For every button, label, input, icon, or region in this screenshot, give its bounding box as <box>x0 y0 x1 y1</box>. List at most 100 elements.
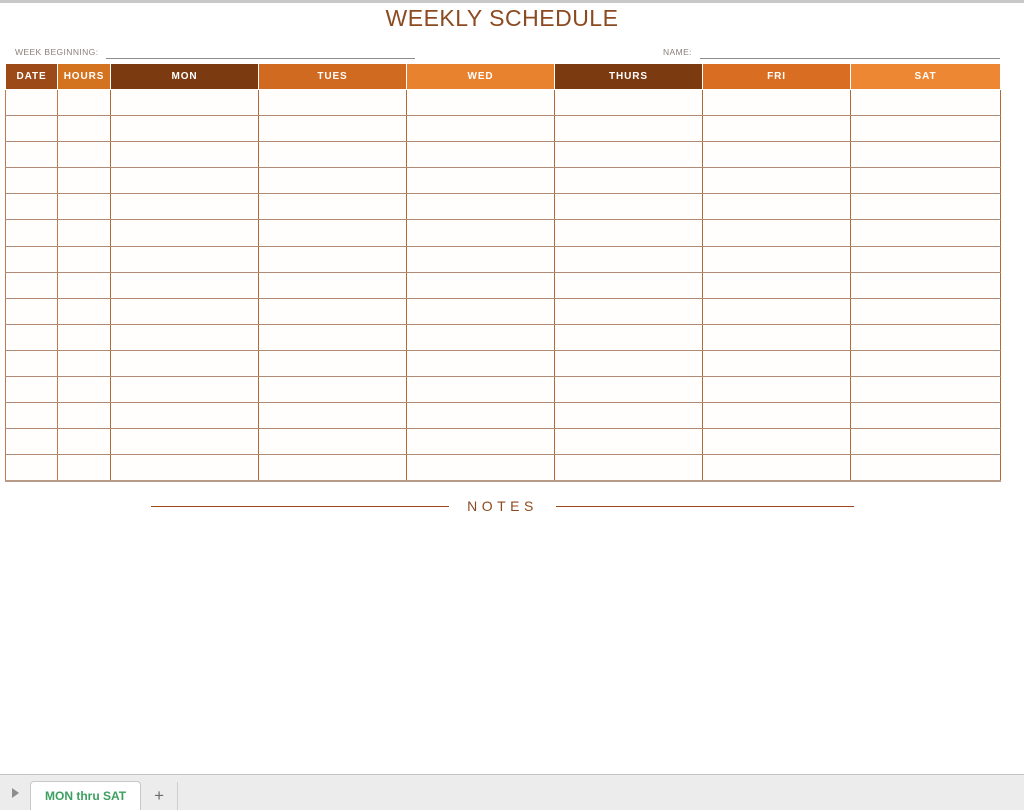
cell-wed-7[interactable] <box>406 246 555 273</box>
column-header-thurs[interactable]: THURS <box>554 63 703 90</box>
cell-fri-3[interactable] <box>702 141 851 169</box>
cell-date-4[interactable] <box>5 167 58 195</box>
cell-wed-13[interactable] <box>406 402 555 430</box>
cell-tues-9[interactable] <box>258 298 407 325</box>
notes-area[interactable] <box>5 523 1000 773</box>
cell-wed-9[interactable] <box>406 298 555 325</box>
cell-wed-2[interactable] <box>406 115 555 143</box>
cell-date-15[interactable] <box>5 454 58 483</box>
cell-date-6[interactable] <box>5 219 58 247</box>
week-beginning-input[interactable] <box>106 47 415 59</box>
cell-date-13[interactable] <box>5 402 58 430</box>
column-header-sat[interactable]: SAT <box>850 63 1001 90</box>
column-header-hours[interactable]: HOURS <box>57 63 111 90</box>
cell-wed-4[interactable] <box>406 167 555 195</box>
cell-date-7[interactable] <box>5 246 58 273</box>
cell-date-8[interactable] <box>5 272 58 299</box>
cell-sat-10[interactable] <box>850 324 1001 351</box>
cell-tues-4[interactable] <box>258 167 407 195</box>
cell-thurs-9[interactable] <box>554 298 703 325</box>
cell-date-5[interactable] <box>5 193 58 221</box>
cell-fri-7[interactable] <box>702 246 851 273</box>
cell-thurs-1[interactable] <box>554 89 703 117</box>
cell-hours-12[interactable] <box>57 376 111 404</box>
cell-tues-2[interactable] <box>258 115 407 143</box>
cell-sat-14[interactable] <box>850 428 1001 456</box>
cell-hours-4[interactable] <box>57 167 111 195</box>
cell-thurs-4[interactable] <box>554 167 703 195</box>
cell-tues-14[interactable] <box>258 428 407 456</box>
cell-date-12[interactable] <box>5 376 58 404</box>
cell-tues-11[interactable] <box>258 350 407 378</box>
cell-sat-9[interactable] <box>850 298 1001 325</box>
cell-mon-11[interactable] <box>110 350 259 378</box>
cell-fri-4[interactable] <box>702 167 851 195</box>
cell-hours-5[interactable] <box>57 193 111 221</box>
cell-fri-12[interactable] <box>702 376 851 404</box>
cell-date-9[interactable] <box>5 298 58 325</box>
add-sheet-button[interactable]: + <box>141 782 179 810</box>
cell-sat-13[interactable] <box>850 402 1001 430</box>
cell-fri-1[interactable] <box>702 89 851 117</box>
cell-wed-8[interactable] <box>406 272 555 299</box>
cell-hours-11[interactable] <box>57 350 111 378</box>
cell-wed-12[interactable] <box>406 376 555 404</box>
cell-thurs-8[interactable] <box>554 272 703 299</box>
cell-mon-5[interactable] <box>110 193 259 221</box>
cell-thurs-15[interactable] <box>554 454 703 483</box>
cell-fri-6[interactable] <box>702 219 851 247</box>
cell-hours-10[interactable] <box>57 324 111 351</box>
cell-hours-8[interactable] <box>57 272 111 299</box>
sheet-nav-next-button[interactable] <box>0 776 30 810</box>
cell-sat-1[interactable] <box>850 89 1001 117</box>
cell-thurs-6[interactable] <box>554 219 703 247</box>
cell-sat-11[interactable] <box>850 350 1001 378</box>
cell-sat-5[interactable] <box>850 193 1001 221</box>
cell-fri-15[interactable] <box>702 454 851 483</box>
cell-mon-6[interactable] <box>110 219 259 247</box>
cell-wed-6[interactable] <box>406 219 555 247</box>
cell-mon-1[interactable] <box>110 89 259 117</box>
cell-tues-10[interactable] <box>258 324 407 351</box>
cell-mon-3[interactable] <box>110 141 259 169</box>
cell-date-3[interactable] <box>5 141 58 169</box>
cell-thurs-11[interactable] <box>554 350 703 378</box>
cell-hours-3[interactable] <box>57 141 111 169</box>
cell-thurs-13[interactable] <box>554 402 703 430</box>
cell-thurs-3[interactable] <box>554 141 703 169</box>
cell-mon-9[interactable] <box>110 298 259 325</box>
cell-mon-10[interactable] <box>110 324 259 351</box>
column-header-fri[interactable]: FRI <box>702 63 851 90</box>
cell-hours-7[interactable] <box>57 246 111 273</box>
cell-date-11[interactable] <box>5 350 58 378</box>
cell-sat-12[interactable] <box>850 376 1001 404</box>
cell-wed-10[interactable] <box>406 324 555 351</box>
cell-thurs-10[interactable] <box>554 324 703 351</box>
cell-mon-8[interactable] <box>110 272 259 299</box>
cell-fri-8[interactable] <box>702 272 851 299</box>
cell-hours-2[interactable] <box>57 115 111 143</box>
cell-mon-15[interactable] <box>110 454 259 483</box>
column-header-date[interactable]: DATE <box>5 63 58 90</box>
cell-tues-7[interactable] <box>258 246 407 273</box>
cell-tues-8[interactable] <box>258 272 407 299</box>
cell-mon-13[interactable] <box>110 402 259 430</box>
sheet-tab-mon-thru-sat[interactable]: MON thru SAT <box>30 781 142 810</box>
cell-fri-11[interactable] <box>702 350 851 378</box>
cell-sat-8[interactable] <box>850 272 1001 299</box>
cell-wed-15[interactable] <box>406 454 555 483</box>
cell-tues-13[interactable] <box>258 402 407 430</box>
cell-tues-15[interactable] <box>258 454 407 483</box>
column-header-wed[interactable]: WED <box>406 63 555 90</box>
cell-fri-14[interactable] <box>702 428 851 456</box>
cell-sat-7[interactable] <box>850 246 1001 273</box>
cell-fri-9[interactable] <box>702 298 851 325</box>
cell-sat-2[interactable] <box>850 115 1001 143</box>
cell-tues-1[interactable] <box>258 89 407 117</box>
cell-date-1[interactable] <box>5 89 58 117</box>
cell-hours-13[interactable] <box>57 402 111 430</box>
cell-date-2[interactable] <box>5 115 58 143</box>
cell-tues-6[interactable] <box>258 219 407 247</box>
cell-fri-2[interactable] <box>702 115 851 143</box>
week-beginning-field[interactable]: WEEK BEGINNING: <box>15 39 415 59</box>
